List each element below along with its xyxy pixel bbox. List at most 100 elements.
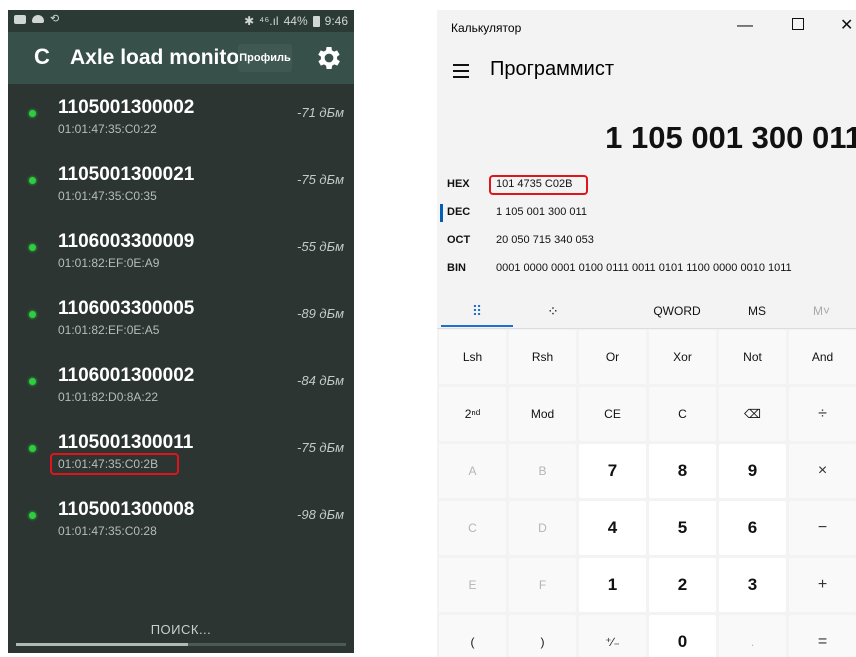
key-2-3[interactable]: 8 xyxy=(649,444,716,498)
mac-highlight-box xyxy=(50,453,179,475)
key-5-3[interactable]: 0 xyxy=(649,615,716,657)
key-5-0[interactable]: ( xyxy=(439,615,506,657)
base-value: 0001 0000 0001 0100 0111 0011 0101 1100 … xyxy=(496,262,792,274)
key-2-4[interactable]: 9 xyxy=(719,444,786,498)
signal-strength: -84 дБм xyxy=(297,373,344,388)
key-5-4[interactable]: . xyxy=(719,615,786,657)
device-mac: 01:01:47:35:C0:35 xyxy=(58,189,157,203)
key-4-1[interactable]: F xyxy=(509,558,576,612)
app-bar: C Axle load monitor Профиль xyxy=(8,32,354,84)
maximize-button[interactable] xyxy=(792,18,804,30)
refresh-icon[interactable]: C xyxy=(34,44,50,70)
bit-toggle-icon[interactable]: ⁘ xyxy=(517,296,589,326)
base-row-bin[interactable]: BIN 0001 0000 0001 0100 0111 0011 0101 1… xyxy=(437,259,856,279)
keypad: Lsh Rsh Or Xor Not And 2ⁿᵈ Mod CE C ⌫ ÷ A B 7 8 9 × C D 4 5 6−… xyxy=(439,330,856,657)
key-1-2[interactable]: CE xyxy=(579,387,646,441)
device-mac: 01:01:47:35:C0:22 xyxy=(58,122,157,136)
base-value: 1 105 001 300 011 xyxy=(496,206,587,218)
online-indicator xyxy=(29,512,36,519)
device-list: 1105001300002 01:01:47:35:C0:22 -71 дБм 110… xyxy=(8,84,354,553)
close-button[interactable]: ✕ xyxy=(840,16,853,36)
base-label: DEC xyxy=(447,206,471,218)
gear-icon[interactable] xyxy=(314,43,344,73)
key-0-0[interactable]: Lsh xyxy=(439,330,506,384)
key-4-4[interactable]: 3 xyxy=(719,558,786,612)
minimize-button[interactable]: — xyxy=(737,16,753,36)
key-0-5[interactable]: And xyxy=(789,330,856,384)
signal-strength: -75 дБм xyxy=(297,172,344,187)
key-3-1[interactable]: D xyxy=(509,501,576,555)
key-3-5[interactable]: − xyxy=(789,501,856,555)
toolbar-divider xyxy=(437,328,856,329)
device-id: 1106001300002 xyxy=(58,365,195,386)
battery-percent: 44% xyxy=(283,14,308,28)
device-id: 1105001300002 xyxy=(58,97,195,118)
profile-button[interactable]: Профиль xyxy=(238,44,292,72)
online-indicator xyxy=(29,177,36,184)
key-3-2[interactable]: 4 xyxy=(579,501,646,555)
signal-strength: -75 дБм xyxy=(297,440,344,455)
device-id: 1106003300005 xyxy=(58,298,195,319)
key-4-5[interactable]: + xyxy=(789,558,856,612)
device-mac: 01:01:82:EF:0E:A5 xyxy=(58,323,160,337)
signal-icon: ⁴⁶.ıl xyxy=(259,14,279,28)
bluetooth-icon: ✱ xyxy=(244,14,255,28)
key-5-5[interactable]: = xyxy=(789,615,856,657)
device-row[interactable]: 1106003300009 01:01:82:EF:0E:A9 -55 дБм xyxy=(8,218,354,285)
key-2-0[interactable]: A xyxy=(439,444,506,498)
key-3-4[interactable]: 6 xyxy=(719,501,786,555)
online-indicator xyxy=(29,244,36,251)
device-id: 1106003300009 xyxy=(58,231,195,252)
signal-strength: -89 дБм xyxy=(297,306,344,321)
key-4-3[interactable]: 2 xyxy=(649,558,716,612)
device-mac: 01:01:82:EF:0E:A9 xyxy=(58,256,160,270)
key-0-4[interactable]: Not xyxy=(719,330,786,384)
key-0-2[interactable]: Or xyxy=(579,330,646,384)
key-2-1[interactable]: B xyxy=(509,444,576,498)
device-row[interactable]: 1105001300021 01:01:47:35:C0:35 -75 дБм xyxy=(8,151,354,218)
key-4-0[interactable]: E xyxy=(439,558,506,612)
key-2-5[interactable]: × xyxy=(789,444,856,498)
hamburger-menu-icon[interactable] xyxy=(453,64,469,82)
memory-view-button[interactable]: M˅ xyxy=(787,296,856,326)
device-row[interactable]: 1106001300002 01:01:82:D0:8A:22 -84 дБм xyxy=(8,352,354,419)
key-1-3[interactable]: C xyxy=(649,387,716,441)
device-row[interactable]: 1105001300002 01:01:47:35:C0:22 -71 дБм xyxy=(8,84,354,151)
key-4-2[interactable]: 1 xyxy=(579,558,646,612)
base-row-oct[interactable]: OCT 20 050 715 340 053 xyxy=(437,231,856,251)
online-indicator xyxy=(29,110,36,117)
search-progress-fill xyxy=(16,643,188,646)
key-1-0[interactable]: 2ⁿᵈ xyxy=(439,387,506,441)
android-app-screen: ⟲ ✱ ⁴⁶.ıl 44% 9:46 C Axle load monitor П… xyxy=(8,10,354,653)
key-1-4[interactable]: ⌫ xyxy=(719,387,786,441)
key-5-1[interactable]: ) xyxy=(509,615,576,657)
title-bar: Калькулятор — ✕ xyxy=(437,10,856,46)
hex-highlight-box xyxy=(489,175,588,195)
device-row[interactable]: 1105001300011 01:01:47:35:C0:2B -75 дБм xyxy=(8,419,354,486)
base-label: BIN xyxy=(447,262,466,274)
base-value: 20 050 715 340 053 xyxy=(496,234,594,246)
key-1-5[interactable]: ÷ xyxy=(789,387,856,441)
sync-icon: ⟲ xyxy=(50,13,60,25)
key-2-2[interactable]: 7 xyxy=(579,444,646,498)
key-5-2[interactable]: ⁺∕₋ xyxy=(579,615,646,657)
key-3-0[interactable]: C xyxy=(439,501,506,555)
device-row[interactable]: 1105001300008 01:01:47:35:C0:28 -98 дБм xyxy=(8,486,354,553)
device-mac: 01:01:47:35:C0:28 xyxy=(58,524,157,538)
device-row[interactable]: 1106003300005 01:01:82:EF:0E:A5 -89 дБм xyxy=(8,285,354,352)
key-0-3[interactable]: Xor xyxy=(649,330,716,384)
device-id: 1105001300008 xyxy=(58,499,195,520)
key-0-1[interactable]: Rsh xyxy=(509,330,576,384)
word-size-button[interactable]: QWORD xyxy=(627,296,727,326)
base-row-dec[interactable]: DEC 1 105 001 300 011 xyxy=(437,203,856,223)
battery-icon xyxy=(312,15,320,27)
memory-store-button[interactable]: MS xyxy=(727,296,787,326)
key-1-1[interactable]: Mod xyxy=(509,387,576,441)
key-3-3[interactable]: 5 xyxy=(649,501,716,555)
device-id: 1105001300021 xyxy=(58,164,195,185)
message-icon xyxy=(14,14,26,24)
mode-title: Программист xyxy=(490,58,614,80)
window-title: Калькулятор xyxy=(451,21,522,35)
app-title: Axle load monitor xyxy=(70,46,248,69)
keypad-icon[interactable]: ⠿ xyxy=(441,296,513,326)
